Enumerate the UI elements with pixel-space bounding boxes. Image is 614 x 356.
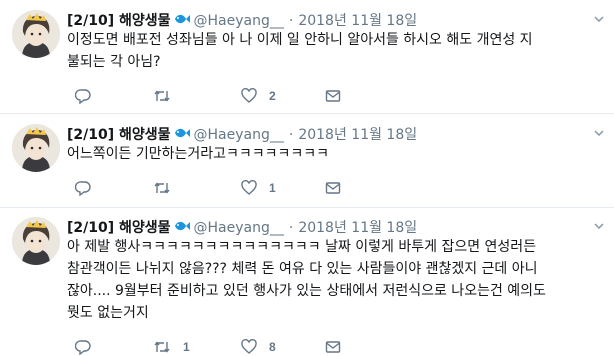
tweet-actions: 2: [67, 86, 367, 106]
dm-share-icon: [325, 341, 341, 353]
fish-emoji-icon: [174, 217, 190, 236]
separator-dot: ·: [288, 13, 294, 29]
tweet-text: 어느쪽이든 기만하는거라고ㅋㅋㅋㅋㅋㅋㅋㅋ: [67, 146, 330, 162]
retweet-button[interactable]: 1: [153, 337, 190, 356]
like-count: 2: [269, 89, 276, 103]
tweet-header: [2/10] 해양생물 @Haeyang__ · 2018년 11월 18일: [67, 217, 417, 237]
retweet-button[interactable]: [153, 86, 183, 106]
tweet-actions: 1 8: [67, 337, 367, 356]
heart-icon: [241, 88, 257, 103]
tweet[interactable]: [2/10] 해양생물 @Haeyang__ · 2018년 11월 18일 어…: [0, 124, 614, 206]
dm-share-icon: [325, 90, 341, 102]
reply-button[interactable]: [75, 86, 103, 106]
retweet-icon: [154, 90, 170, 102]
like-button[interactable]: 1: [241, 178, 276, 198]
tweet[interactable]: [2/10] 해양생물 @Haeyang__ · 2018년 11월 18일 아…: [0, 217, 614, 356]
tweet-actions: 1: [67, 178, 367, 198]
timestamp[interactable]: 2018년 11월 18일: [298, 10, 417, 30]
retweet-icon: [154, 341, 170, 353]
chevron-down-icon[interactable]: [594, 128, 604, 138]
tweet-text: 아 제발 행사ㅋㅋㅋㅋㅋㅋㅋㅋㅋㅋㅋㅋㅋㅋ 날짜 이렇게 바투게 잡으면 연성러…: [67, 239, 546, 321]
tweet[interactable]: [2/10] 해양생물 @Haeyang__ · 2018년 11월 18일 이…: [0, 10, 614, 122]
share-button[interactable]: [325, 178, 341, 198]
tweet-divider: [0, 207, 614, 208]
dm-share-icon: [325, 182, 341, 194]
heart-icon: [241, 180, 257, 195]
separator-dot: ·: [288, 127, 294, 143]
retweet-icon: [154, 182, 170, 194]
retweet-count: 1: [183, 340, 190, 354]
avatar[interactable]: [12, 124, 60, 172]
share-button[interactable]: [325, 86, 341, 106]
share-button[interactable]: [325, 337, 341, 356]
tweet-header: [2/10] 해양생물 @Haeyang__ · 2018년 11월 18일: [67, 124, 417, 144]
avatar[interactable]: [12, 10, 60, 58]
reply-button[interactable]: [75, 337, 103, 356]
heart-icon: [241, 339, 257, 354]
reply-icon: [75, 340, 91, 355]
avatar[interactable]: [12, 217, 60, 265]
like-button[interactable]: 8: [241, 337, 276, 356]
chevron-down-icon[interactable]: [594, 14, 604, 24]
tweet-text: 이정도면 배포전 성좌님들 아 나 이제 일 안하니 알아서들 하시오 해도 개…: [67, 32, 533, 70]
reply-button[interactable]: [75, 178, 103, 198]
timestamp[interactable]: 2018년 11월 18일: [298, 124, 417, 144]
reply-icon: [75, 181, 91, 196]
reply-icon: [75, 89, 91, 104]
display-name[interactable]: [2/10] 해양생물: [67, 217, 171, 237]
user-handle[interactable]: @Haeyang__: [194, 127, 284, 143]
chevron-down-icon[interactable]: [594, 221, 604, 231]
display-name[interactable]: [2/10] 해양생물: [67, 10, 171, 30]
user-handle[interactable]: @Haeyang__: [194, 13, 284, 29]
fish-emoji-icon: [174, 124, 190, 143]
display-name[interactable]: [2/10] 해양생물: [67, 124, 171, 144]
like-count: 8: [269, 340, 276, 354]
like-button[interactable]: 2: [241, 86, 276, 106]
tweet-divider: [0, 113, 614, 114]
like-count: 1: [269, 181, 276, 195]
retweet-button[interactable]: [153, 178, 183, 198]
tweet-header: [2/10] 해양생물 @Haeyang__ · 2018년 11월 18일: [67, 10, 417, 30]
fish-emoji-icon: [174, 10, 190, 29]
separator-dot: ·: [288, 220, 294, 236]
tweet-feed: [2/10] 해양생물 @Haeyang__ · 2018년 11월 18일 이…: [0, 0, 614, 356]
user-handle[interactable]: @Haeyang__: [194, 220, 284, 236]
timestamp[interactable]: 2018년 11월 18일: [298, 217, 417, 237]
